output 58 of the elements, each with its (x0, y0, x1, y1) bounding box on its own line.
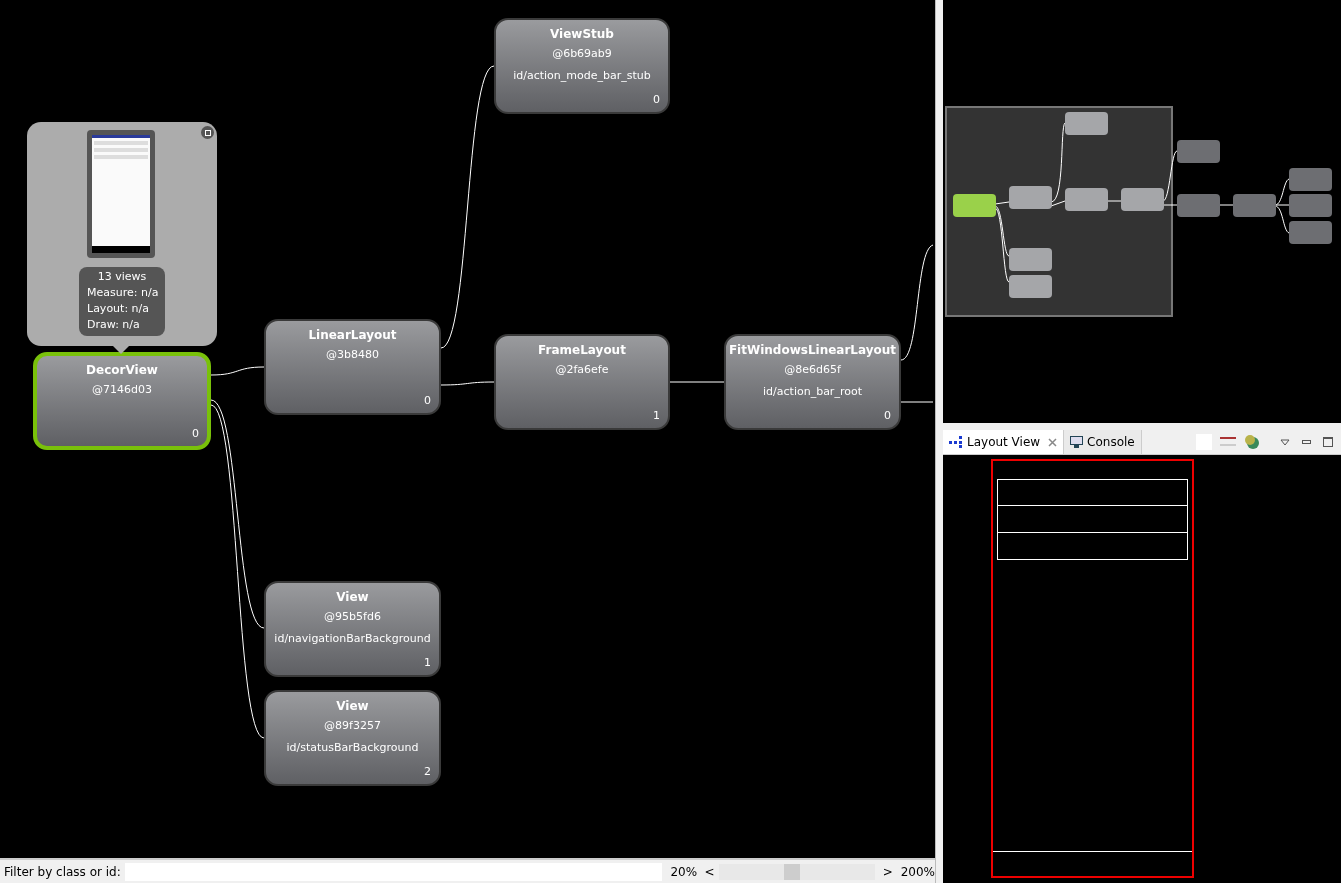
connector-line (210, 366, 265, 376)
stats-text: Draw: n/a (87, 317, 141, 333)
stats-text: 13 views (96, 269, 148, 285)
view-node[interactable]: LinearLayout @3b8480 0 (264, 319, 441, 415)
node-view-id: id/statusBarBackground (286, 740, 419, 756)
tree-icon (949, 436, 963, 448)
node-index: 1 (424, 654, 431, 671)
node-index: 1 (653, 407, 660, 424)
view-node[interactable]: View @89f3257 id/statusBarBackground 2 (264, 690, 441, 786)
node-index: 0 (884, 407, 891, 424)
zoom-max-label: 200% (900, 863, 935, 881)
zoom-left-arrow[interactable]: < (704, 862, 715, 881)
lines-icon[interactable] (1220, 435, 1236, 449)
close-icon[interactable] (1048, 437, 1058, 447)
zoom-slider-thumb[interactable] (784, 863, 801, 880)
node-class-name: DecorView (86, 362, 158, 379)
globe-icon[interactable] (1244, 434, 1260, 450)
node-index: 2 (424, 763, 431, 780)
node-hash: @89f3257 (324, 718, 381, 734)
node-index: 0 (424, 392, 431, 409)
node-class-name: FitWindowsLinearLayout (728, 342, 897, 359)
view-node[interactable]: FrameLayout @2fa6efe 1 (494, 334, 670, 430)
connector-line (440, 381, 495, 386)
panel-tab[interactable]: Console (1064, 430, 1142, 454)
node-class-name: View (336, 589, 369, 606)
view-node[interactable]: FitWindowsLinearLayout @8e6d65f id/action_bar_root 0 (724, 334, 901, 430)
minimize-icon[interactable] (1302, 440, 1311, 444)
node-hash: @2fa6efe (555, 362, 609, 378)
panel-tab[interactable]: Layout View (943, 430, 1065, 454)
view-node[interactable]: View @95b5fd6 id/navigationBarBackground 1 (264, 581, 441, 677)
maximize-icon[interactable] (1323, 437, 1333, 447)
node-class-name: ViewStub (550, 26, 614, 43)
expand-icon[interactable] (201, 126, 214, 139)
node-index: 0 (192, 425, 199, 442)
node-hash: @6b69ab9 (552, 46, 612, 62)
node-hash: @8e6d65f (784, 362, 841, 378)
zoom-min-label: 20% (670, 863, 699, 881)
node-view-id: id/action_bar_root (763, 384, 862, 400)
monitor-icon (1070, 436, 1084, 448)
view-node[interactable]: ViewStub @6b69ab9 id/action_mode_bar_stub 0 (494, 18, 670, 114)
view-node[interactable]: DecorView @7146d03 0 (33, 352, 211, 450)
zoom-slider[interactable] (718, 863, 875, 880)
node-class-name: LinearLayout (308, 327, 397, 344)
filter-label: Filter by class or id: (3, 863, 122, 881)
node-hash: @3b8480 (326, 347, 379, 363)
stats-text: Layout: n/a (87, 301, 150, 317)
node-class-name: FrameLayout (538, 342, 626, 359)
zoom-right-arrow[interactable]: > (879, 862, 893, 881)
node-hash: @95b5fd6 (324, 609, 381, 625)
view-menu-icon[interactable] (1280, 438, 1290, 446)
node-hash: @7146d03 (92, 382, 152, 398)
node-view-id: id/navigationBarBackground (274, 631, 431, 647)
stats-text: Measure: n/a (87, 285, 157, 301)
connector-line (669, 381, 725, 383)
node-class-name: View (336, 698, 369, 715)
connector-line (900, 401, 934, 403)
node-index: 0 (653, 91, 660, 108)
node-view-id: id/action_mode_bar_stub (513, 68, 651, 84)
